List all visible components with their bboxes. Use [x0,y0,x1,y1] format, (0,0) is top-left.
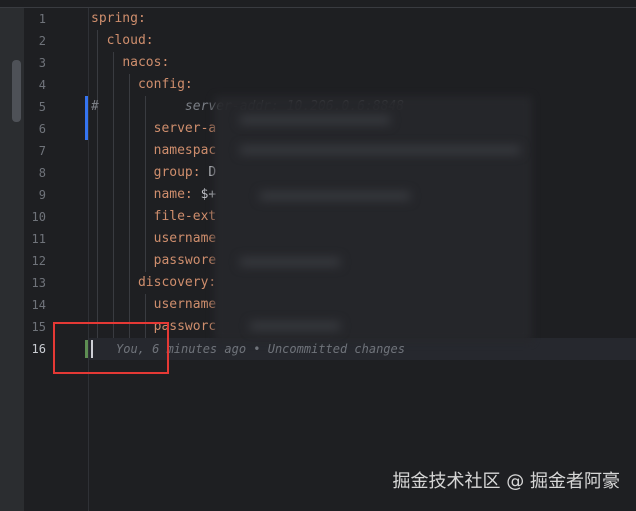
left-scroll-track[interactable] [0,8,24,511]
code-line[interactable]: file-ext [91,206,217,228]
code-line[interactable]: group: D [91,162,217,184]
line-number[interactable]: 2 [24,30,46,52]
code-editor[interactable]: 1 2 3 4 5 6 7 8 9 10 11 12 13 14 15 16 spring: cloud: n… [0,0,636,511]
line-number[interactable]: 7 [24,140,46,162]
line-number[interactable]: 13 [24,272,46,294]
editor-tab-strip-edge [0,0,636,8]
yaml-key: server-a [153,121,217,136]
code-line[interactable]: username [91,294,217,316]
code-line[interactable]: namespac [91,140,217,162]
code-line[interactable]: name: $+ [91,184,217,206]
code-line[interactable]: discovery: [91,272,216,294]
yaml-key: username [153,231,217,246]
code-line[interactable]: nacos: [91,52,169,74]
redacted-blur-region [240,116,390,124]
yaml-key: config: [137,77,193,92]
gutter-separator [88,8,89,511]
line-number[interactable]: 15 [24,316,46,338]
line-number[interactable]: 11 [24,228,46,250]
yaml-key: cloud: [106,33,154,48]
line-number[interactable]: 8 [24,162,46,184]
yaml-key: username [153,297,217,312]
redacted-blur-region [240,146,520,154]
code-line[interactable]: config: [91,74,193,96]
line-number[interactable]: 1 [24,8,46,30]
yaml-key: passwore [153,253,217,268]
code-line[interactable]: spring: [91,8,146,30]
yaml-key: nacos: [122,55,170,70]
annotation-highlight-box [53,322,169,374]
code-line[interactable]: server-a [91,118,217,140]
yaml-key: spring: [91,11,146,26]
vcs-modified-marker[interactable] [85,96,88,140]
line-number[interactable]: 14 [24,294,46,316]
code-line[interactable]: username [91,228,217,250]
line-number[interactable]: 16 [24,338,46,360]
yaml-key: group: [153,165,201,180]
line-number[interactable]: 5 [24,96,46,118]
redacted-blur-region [240,258,340,266]
code-line[interactable]: cloud: [91,30,154,52]
yaml-key: name: [153,187,193,202]
scrollbar-thumb[interactable] [12,60,21,122]
yaml-key: namespac [153,143,217,158]
yaml-key: file-ext [153,209,217,224]
line-number[interactable]: 9 [24,184,46,206]
redacted-blur-region [250,322,340,330]
line-number[interactable]: 6 [24,118,46,140]
line-number[interactable]: 4 [24,74,46,96]
yaml-value: $+ [192,187,217,202]
code-line[interactable]: passwore [91,250,217,272]
redacted-blur-region [214,96,532,342]
redacted-blur-region [260,192,410,200]
line-number[interactable]: 3 [24,52,46,74]
line-number[interactable]: 12 [24,250,46,272]
line-number[interactable]: 10 [24,206,46,228]
watermark-text: 掘金技术社区 @ 掘金者阿豪 [392,471,620,492]
yaml-key: discovery: [137,275,217,290]
